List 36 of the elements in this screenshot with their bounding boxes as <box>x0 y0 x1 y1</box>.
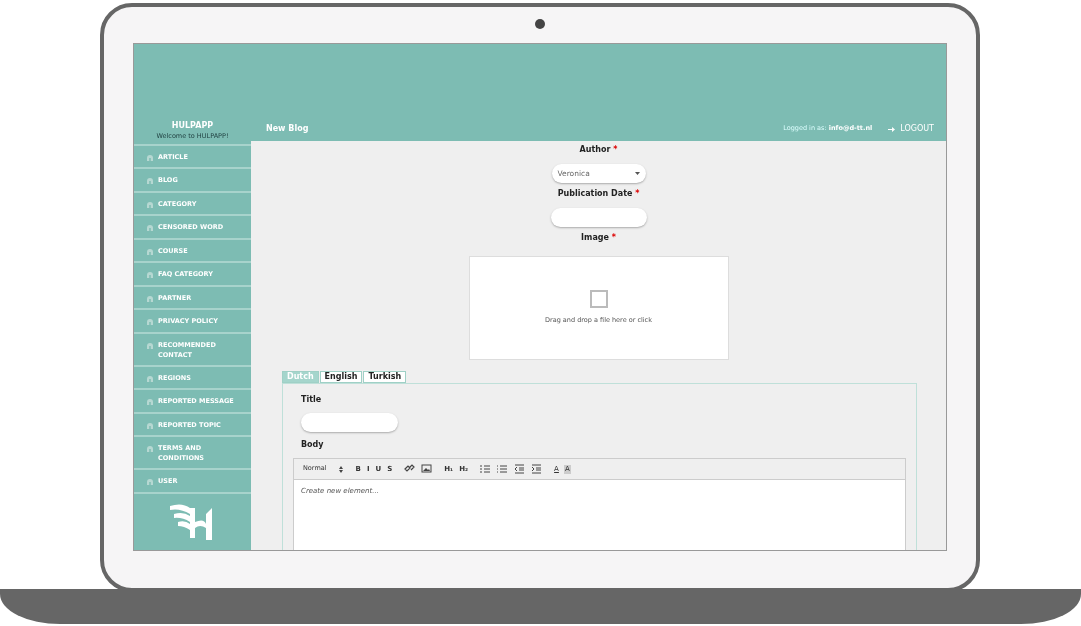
camera-icon <box>535 19 545 29</box>
dome-icon <box>146 247 154 255</box>
title-field[interactable] <box>301 413 398 432</box>
logout-button[interactable]: LOGOUT <box>888 123 934 135</box>
dome-icon <box>146 421 154 429</box>
dome-icon <box>146 294 154 302</box>
dome-icon <box>146 374 154 382</box>
field-label: Title <box>301 394 323 406</box>
dome-icon <box>146 445 154 453</box>
dome-icon <box>146 341 154 349</box>
logout-icon <box>888 125 897 133</box>
field-label: Publication Date * <box>557 188 640 200</box>
field-label: Image * <box>581 232 616 244</box>
outdent-icon[interactable] <box>514 464 526 474</box>
link-icon[interactable] <box>404 464 416 474</box>
page-title: New Blog <box>266 123 309 135</box>
date-field[interactable] <box>550 208 647 227</box>
dome-icon <box>146 318 154 326</box>
indent-icon[interactable] <box>531 464 543 474</box>
dome-icon <box>146 478 154 486</box>
language-tab[interactable]: English <box>319 371 363 383</box>
caret-icon <box>634 172 640 175</box>
dome-icon <box>146 177 154 185</box>
language-tab[interactable]: Turkish <box>363 371 407 383</box>
brand-name: HULPAPP <box>171 120 214 133</box>
field-label: Author * <box>579 144 618 156</box>
updown-icon <box>338 465 343 473</box>
dome-icon <box>146 398 154 406</box>
dome-icon <box>146 224 154 232</box>
dome-icon <box>146 153 154 161</box>
field-label: Body <box>301 439 325 451</box>
dome-icon <box>146 200 154 208</box>
square-icon <box>589 290 608 309</box>
dome-icon <box>146 271 154 279</box>
language-tab[interactable]: Dutch <box>282 371 319 383</box>
image-icon[interactable] <box>421 464 433 474</box>
